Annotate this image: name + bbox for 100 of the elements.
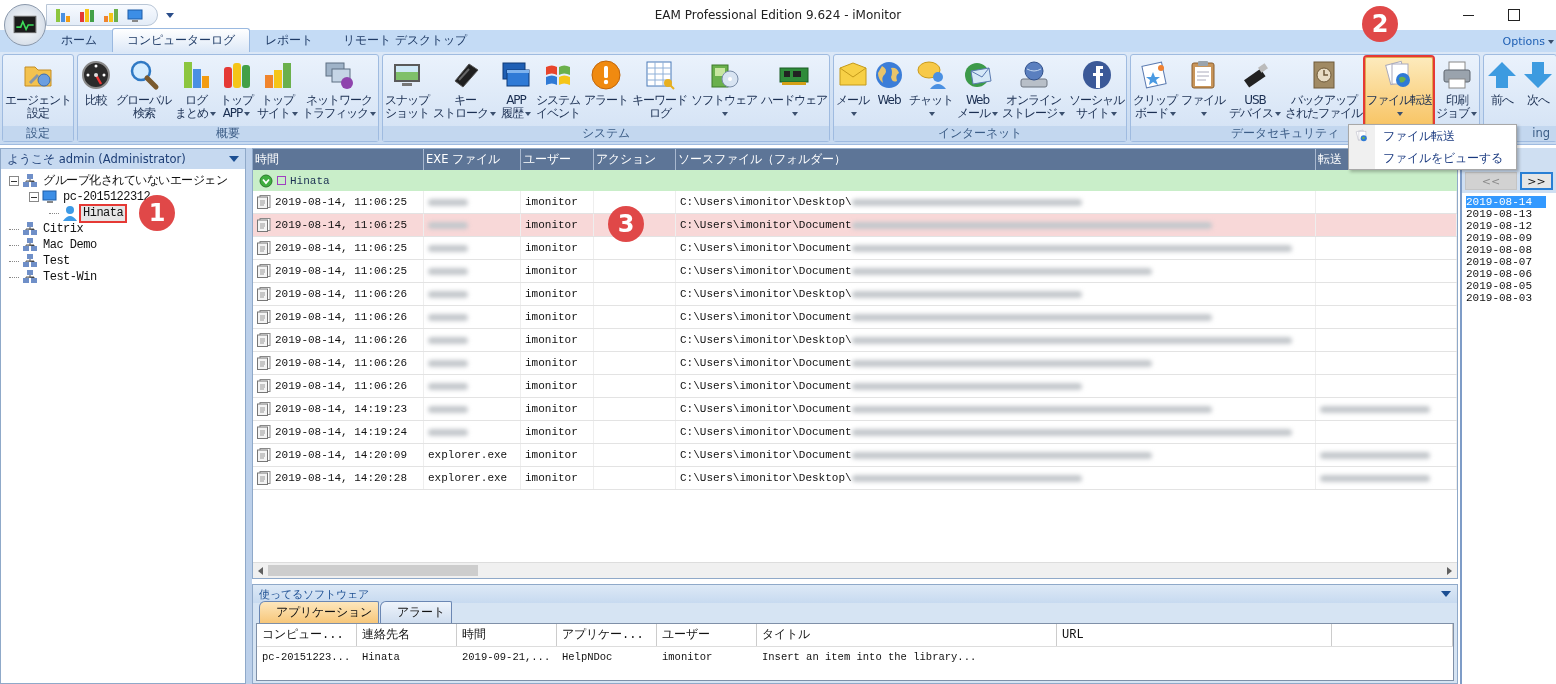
ribbon-button[interactable]: クリップ ボード xyxy=(1132,57,1178,126)
document-icon xyxy=(257,379,271,393)
ribbon-tab[interactable]: レポート xyxy=(250,28,328,52)
ribbon-button[interactable]: ファイル転送 xyxy=(1365,57,1433,126)
ribbon-button[interactable]: ファイル xyxy=(1180,57,1226,126)
ribbon-button[interactable]: Web メール xyxy=(956,57,999,126)
table-row[interactable]: 2019-08-14, 11:06:25 imonitor C:\Users\imonitor\Document xyxy=(253,237,1457,260)
collapse-icon[interactable] xyxy=(259,173,273,188)
column-header[interactable]: コンピュー... xyxy=(257,624,357,646)
ribbon-button[interactable]: トップ サイト xyxy=(256,57,299,126)
date-item[interactable]: 2019-08-13 xyxy=(1466,208,1546,220)
ribbon-button[interactable]: ソフトウェア xyxy=(690,57,758,126)
ribbon-button[interactable]: システム イベント xyxy=(535,57,581,126)
ribbon-button[interactable]: Web xyxy=(872,57,906,126)
ribbon-button[interactable]: 次へ xyxy=(1521,57,1555,126)
monitor-icon[interactable] xyxy=(127,7,143,23)
ribbon-button[interactable]: ログ まとめ xyxy=(174,57,217,126)
ribbon-button[interactable]: ネットワーク トラフィック xyxy=(301,57,377,126)
ribbon-tab[interactable]: リモート デスクトップ xyxy=(328,28,482,52)
ribbon-tab[interactable]: ホーム xyxy=(46,28,112,52)
column-header[interactable]: 時間 xyxy=(457,624,557,646)
column-header[interactable]: ユーザー xyxy=(657,624,757,646)
ribbon-button[interactable]: ハードウェア xyxy=(760,57,828,126)
customize-caret-icon[interactable] xyxy=(166,12,174,18)
bar-chart-icon[interactable] xyxy=(55,7,71,23)
maximize-icon[interactable] xyxy=(1508,9,1520,21)
table-cell: imonitor xyxy=(525,472,578,484)
table-row[interactable]: 2019-08-14, 11:06:26 imonitor C:\Users\imonitor\Document xyxy=(253,306,1457,329)
ribbon-button[interactable]: 前へ xyxy=(1485,57,1519,126)
date-item[interactable]: 2019-08-05 xyxy=(1466,280,1546,292)
ribbon-button[interactable]: アラート xyxy=(583,57,629,126)
table-cell: imonitor xyxy=(662,651,713,663)
column-header[interactable]: URL xyxy=(1057,624,1332,646)
ribbon-button[interactable]: チャット xyxy=(908,57,954,126)
table-cell: 2019-08-14, 11:06:26 xyxy=(275,357,408,369)
ribbon-button[interactable]: ソーシャル サイト xyxy=(1068,57,1125,126)
tree-item[interactable]: Mac Demo xyxy=(41,237,99,253)
up-arrow-icon xyxy=(1486,59,1518,91)
table-row[interactable]: 2019-08-14, 14:19:24 imonitor C:\Users\imonitor\Document xyxy=(253,421,1457,444)
tree-item[interactable]: Test-Win xyxy=(41,269,99,285)
ribbon-tab[interactable]: コンピューターログ xyxy=(112,28,250,52)
table-cell: C:\Users\imonitor\Document xyxy=(680,426,852,438)
tree-item[interactable]: Hinata xyxy=(81,205,126,221)
table-row[interactable]: 2019-08-14, 11:06:26 imonitor C:\Users\imonitor\Document xyxy=(253,352,1457,375)
table-row[interactable]: 2019-08-14, 11:06:26 imonitor C:\Users\imonitor\Desktop\ xyxy=(253,283,1457,306)
minimize-icon[interactable] xyxy=(1463,14,1474,16)
options-menu[interactable]: Options xyxy=(1500,35,1556,52)
network-icon xyxy=(22,173,38,189)
ribbon-button[interactable]: USB デバイス xyxy=(1228,57,1282,126)
expander-icon[interactable] xyxy=(29,192,39,202)
alert-icon xyxy=(590,59,622,91)
document-icon xyxy=(257,287,271,301)
table-cell: C:\Users\imonitor\Document xyxy=(680,265,852,277)
date-item[interactable]: 2019-08-07 xyxy=(1466,256,1546,268)
ribbon-button[interactable]: エージェント 設定 xyxy=(4,57,72,126)
table-cell: imonitor xyxy=(525,265,578,277)
table-row[interactable]: 2019-08-14, 14:19:23 imonitor C:\Users\imonitor\Document xyxy=(253,398,1457,421)
table-row[interactable]: 2019-08-14, 14:20:28 explorer.exe imonitor C:\Users\imonitor\Desktop\ xyxy=(253,467,1457,490)
dropdown-icon[interactable] xyxy=(229,156,239,162)
date-item[interactable]: 2019-08-12 xyxy=(1466,220,1546,232)
ribbon-button[interactable]: トップ APP xyxy=(219,57,254,126)
date-item[interactable]: 2019-08-08 xyxy=(1466,244,1546,256)
ribbon-button[interactable]: オンライン ストレージ xyxy=(1001,57,1066,126)
ribbon-button[interactable]: メール xyxy=(835,57,870,126)
table-row[interactable]: 2019-08-14, 11:06:25 imonitor C:\Users\imonitor\Document xyxy=(253,260,1457,283)
table-cell: HelpNDoc xyxy=(562,651,613,663)
tree-item[interactable]: Test xyxy=(41,253,72,269)
column-header[interactable]: タイトル xyxy=(757,624,1057,646)
document-icon xyxy=(257,264,271,278)
table-row[interactable]: 2019-08-14, 14:20:09 explorer.exe imonitor C:\Users\imonitor\Document xyxy=(253,444,1457,467)
dropdown-icon[interactable] xyxy=(1441,591,1451,597)
bar-chart-icon[interactable] xyxy=(79,7,95,23)
menu-item[interactable]: ファイルをビューする xyxy=(1375,149,1503,167)
table-cell: explorer.exe xyxy=(428,472,508,484)
horizontal-scrollbar[interactable] xyxy=(253,562,1457,578)
table-row[interactable]: 2019-08-14, 11:06:26 imonitor C:\Users\imonitor\Desktop\ xyxy=(253,329,1457,352)
computer-icon xyxy=(42,189,58,205)
ribbon-button[interactable]: バックアップ されたファイル xyxy=(1284,57,1363,126)
ribbon-button[interactable]: スナップ ショット xyxy=(384,57,430,126)
expander-icon[interactable] xyxy=(9,176,19,186)
ribbon-button[interactable]: キーワード ログ xyxy=(631,57,688,126)
panel-tab[interactable]: アラート xyxy=(380,601,452,623)
page-button[interactable]: >> xyxy=(1520,172,1553,190)
column-header[interactable]: 連絡先名 xyxy=(357,624,457,646)
ribbon-button[interactable]: グローバル 検索 xyxy=(115,57,172,126)
ribbon-button[interactable]: 比較 xyxy=(79,57,113,126)
ribbon-button[interactable]: APP 履歴 xyxy=(499,57,533,126)
ribbon-button[interactable]: キー ストローク xyxy=(432,57,497,126)
group-label: Hinata xyxy=(290,174,330,187)
tree-item[interactable]: グループ化されていないエージェン xyxy=(41,173,229,189)
tree-item[interactable]: Citrix xyxy=(41,221,86,237)
panel-tab[interactable]: アプリケーション xyxy=(259,601,379,623)
column-header[interactable]: アプリケー... xyxy=(557,624,657,646)
date-item[interactable]: 2019-08-09 xyxy=(1466,232,1546,244)
table-cell: imonitor xyxy=(525,288,578,300)
printer-icon xyxy=(1440,59,1473,91)
table-row[interactable]: 2019-08-14, 11:06:26 imonitor C:\Users\imonitor\Document xyxy=(253,375,1457,398)
date-item[interactable]: 2019-08-03 xyxy=(1466,292,1546,304)
table-cell: 2019-08-14, 11:06:26 xyxy=(275,311,408,323)
date-item[interactable]: 2019-08-06 xyxy=(1466,268,1546,280)
